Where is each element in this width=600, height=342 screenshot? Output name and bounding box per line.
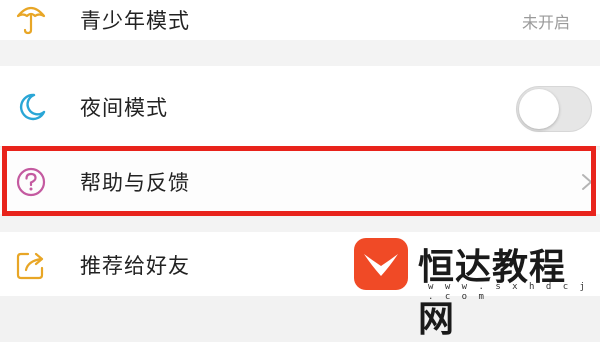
help-circle-icon — [16, 167, 46, 197]
night-mode-toggle[interactable] — [516, 86, 592, 132]
youth-mode-status: 未开启 — [521, 13, 570, 32]
watermark-url: w w w . s x h d c j . c o m — [428, 282, 588, 302]
brand-logo — [354, 238, 408, 290]
settings-item-label: 夜间模式 — [80, 96, 168, 120]
settings-item-youth-mode[interactable]: 青少年模式 未开启 — [0, 0, 600, 40]
settings-item-label: 青少年模式 — [80, 9, 190, 33]
settings-item-help-feedback[interactable]: 帮助与反馈 — [0, 150, 600, 214]
moon-icon — [19, 93, 46, 121]
share-icon — [16, 252, 44, 280]
settings-item-night-mode: 夜间模式 — [0, 66, 600, 147]
section-divider — [0, 40, 600, 66]
umbrella-icon — [16, 6, 46, 35]
settings-item-label: 推荐给好友 — [80, 254, 190, 278]
watermark: 恒达教程网 w w w . s x h d c j . c o m — [348, 232, 600, 340]
toggle-knob — [519, 89, 559, 129]
settings-item-label: 帮助与反馈 — [80, 171, 190, 195]
section-divider — [0, 218, 600, 232]
chevron-right-icon — [582, 174, 592, 190]
